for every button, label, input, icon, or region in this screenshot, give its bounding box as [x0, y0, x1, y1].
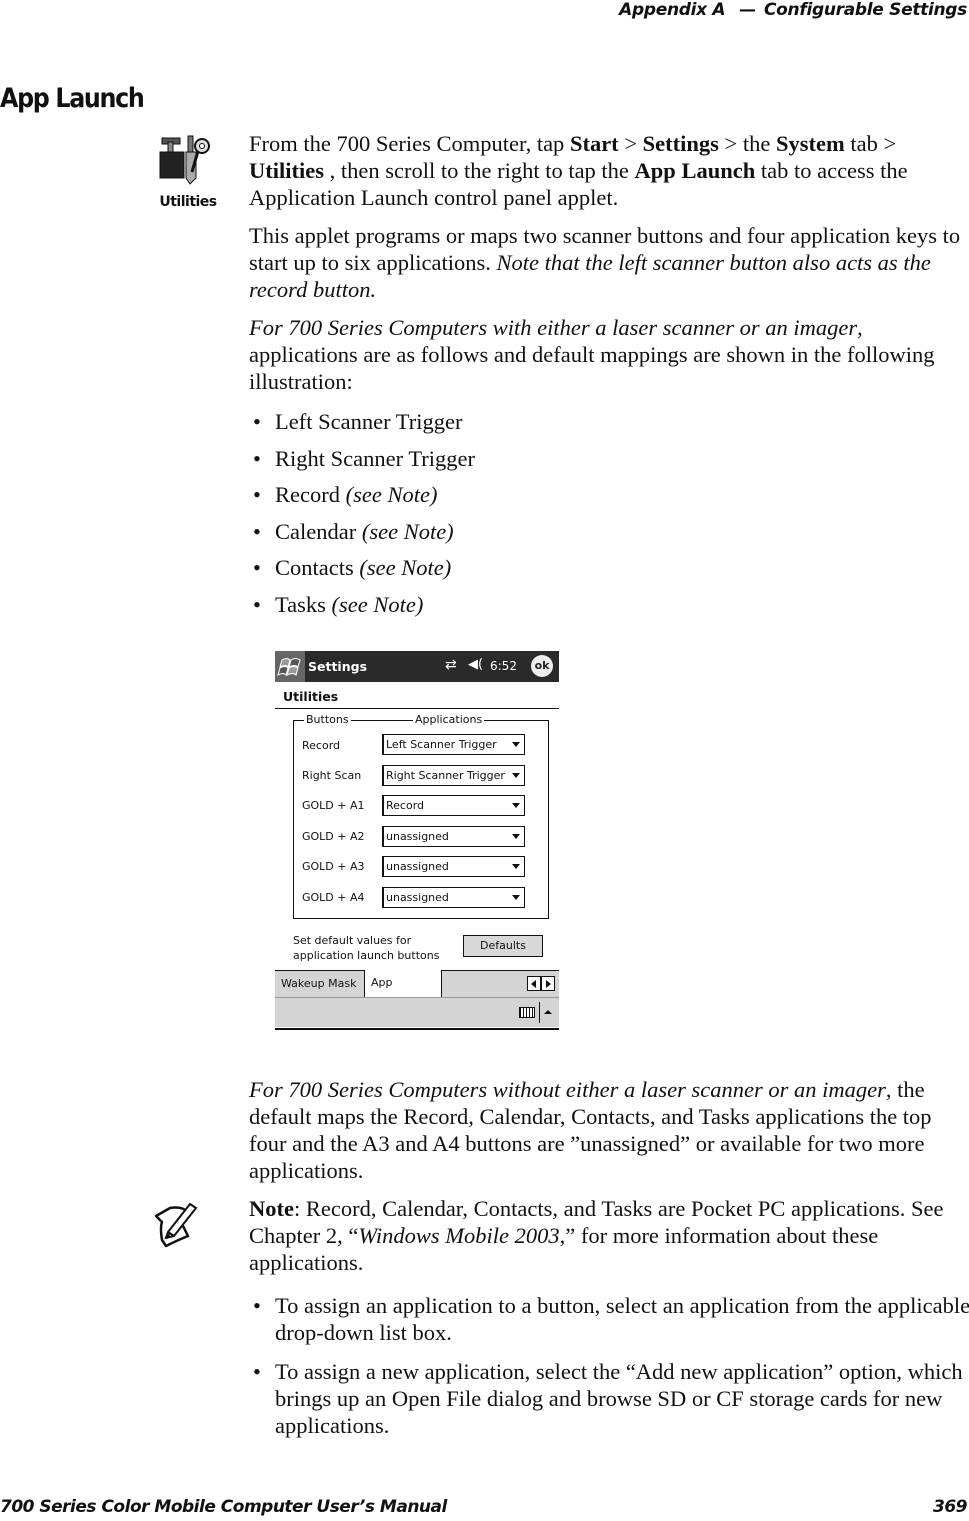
divider: [275, 708, 559, 709]
intro-paragraph-1: From the 700 Series Computer, tap Start …: [249, 131, 908, 210]
applications-column-header: Applications: [413, 713, 485, 726]
app-dropdown[interactable]: Record: [382, 795, 525, 816]
app-dropdown[interactable]: Left Scanner Trigger: [382, 734, 525, 755]
menu-bar: [275, 997, 559, 1027]
intro-text: From the 700 Series Computer, tap Start …: [249, 130, 969, 623]
title-bar: Settings ⇄ ◀( 6:52 ok: [275, 651, 559, 682]
tab-scroll-right-button[interactable]: [541, 976, 555, 991]
running-header: Appendix A — Configurable Settings: [619, 0, 967, 20]
tab-wakeup-mask[interactable]: Wakeup Mask: [275, 971, 365, 998]
section-title: App Launch: [0, 83, 145, 114]
footer-manual-title: 700 Series Color Mobile Computer User’s …: [0, 1497, 447, 1517]
button-label: Record: [302, 739, 341, 752]
windows-flag-icon: [277, 658, 301, 677]
list-item: Tasks (see Note): [249, 587, 969, 624]
tab-app-launch[interactable]: App Launch: [365, 970, 442, 1015]
intro-paragraph-2: This applet programs or maps two scanner…: [249, 223, 961, 302]
divider: [539, 1002, 540, 1023]
instructions-list: To assign an application to a button, se…: [249, 1292, 969, 1439]
buttons-column-header: Buttons: [304, 713, 351, 726]
app-dropdown[interactable]: unassigned: [382, 826, 525, 847]
button-label: GOLD + A4: [302, 891, 365, 904]
arrow-left-icon: [531, 980, 536, 988]
ok-button[interactable]: ok: [531, 655, 553, 677]
utilities-icon-label: Utilities: [159, 194, 217, 210]
toolbox-icon: [159, 135, 210, 185]
chevron-down-icon: [512, 742, 520, 747]
start-button[interactable]: [275, 651, 305, 682]
list-item: Contacts (see Note): [249, 550, 969, 587]
defaults-button[interactable]: Defaults: [463, 935, 543, 957]
paragraph-no-scanner: For 700 Series Computers without either …: [249, 1077, 932, 1183]
list-item: Right Scanner Trigger: [249, 441, 969, 478]
clock[interactable]: 6:52: [490, 659, 517, 673]
arrow-right-icon: [546, 980, 551, 988]
volume-icon[interactable]: ◀(: [468, 657, 483, 672]
page-number: 369: [933, 1497, 968, 1517]
list-item: Record (see Note): [249, 477, 969, 514]
window-title: Settings: [308, 659, 368, 674]
utilities-icon: Utilities: [152, 132, 224, 210]
app-dropdown[interactable]: unassigned: [382, 887, 525, 908]
tab-scroll-left-button[interactable]: [527, 976, 541, 991]
list-item: To assign a new application, select the …: [249, 1358, 969, 1439]
note-paragraph: Note: Record, Calendar, Contacts, and Ta…: [249, 1196, 944, 1275]
chevron-down-icon: [512, 864, 520, 869]
app-launch-screenshot: Settings ⇄ ◀( 6:52 ok Utilities Buttons …: [275, 651, 559, 1030]
chevron-down-icon: [512, 834, 520, 839]
chevron-down-icon: [512, 803, 520, 808]
tab-bar: Wakeup Mask App Launch: [275, 970, 559, 1015]
intro-paragraph-3: For 700 Series Computers with either a l…: [249, 315, 935, 394]
button-label: GOLD + A2: [302, 830, 365, 843]
default-apps-list: Left Scanner Trigger Right Scanner Trigg…: [249, 404, 969, 623]
header-dash: —: [739, 0, 756, 20]
header-chapter: Configurable Settings: [764, 0, 967, 20]
defaults-description: Set default values for application launc…: [293, 934, 440, 962]
page-subtitle: Utilities: [283, 689, 339, 704]
button-label: GOLD + A3: [302, 860, 365, 873]
header-appendix: Appendix A: [619, 0, 726, 20]
post-screenshot-text: For 700 Series Computers without either …: [249, 1076, 969, 1439]
list-item: Calendar (see Note): [249, 514, 969, 551]
button-label: Right Scan: [302, 769, 362, 782]
note-pencil-icon: [148, 1196, 204, 1252]
chevron-down-icon: [512, 895, 520, 900]
app-dropdown[interactable]: unassigned: [382, 856, 525, 877]
connectivity-icon[interactable]: ⇄: [445, 657, 457, 673]
sip-arrow-up-icon[interactable]: [544, 1010, 552, 1014]
app-dropdown[interactable]: Right Scanner Trigger: [382, 765, 525, 786]
chevron-down-icon: [512, 773, 520, 778]
list-item: To assign an application to a button, se…: [249, 1292, 969, 1346]
list-item: Left Scanner Trigger: [249, 404, 969, 441]
keyboard-icon[interactable]: [519, 1007, 535, 1018]
button-label: GOLD + A1: [302, 799, 365, 812]
